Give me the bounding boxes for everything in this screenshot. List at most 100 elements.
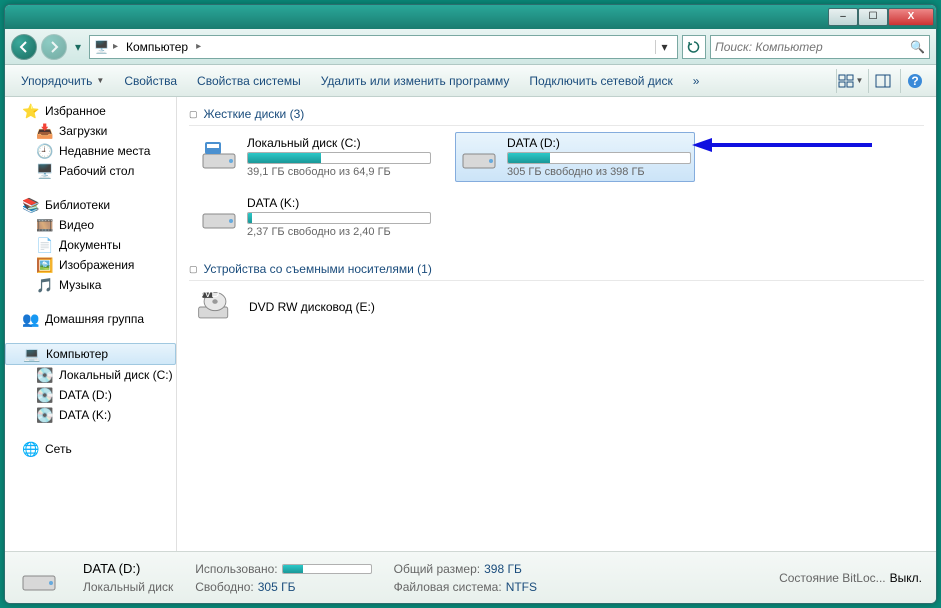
properties-button[interactable]: Свойства bbox=[116, 70, 185, 92]
help-button[interactable]: ? bbox=[900, 69, 928, 93]
libraries-icon: 📚 bbox=[23, 197, 39, 213]
refresh-button[interactable] bbox=[682, 35, 706, 59]
titlebar[interactable]: – ☐ X bbox=[5, 5, 936, 29]
details-bitlocker-label: Состояние BitLoc... bbox=[779, 571, 886, 585]
hdd-icon: 💽 bbox=[37, 407, 53, 423]
drive-free-text: 2,37 ГБ свободно из 2,40 ГБ bbox=[247, 226, 431, 238]
close-button[interactable]: X bbox=[888, 8, 934, 26]
drive-free-text: 305 ГБ свободно из 398 ГБ bbox=[507, 166, 691, 178]
sidebar-item-recent[interactable]: 🕘Недавние места bbox=[5, 141, 176, 161]
desktop-icon: 🖥️ bbox=[37, 163, 53, 179]
hdd-icon: 💽 bbox=[37, 387, 53, 403]
minimize-button[interactable]: – bbox=[828, 8, 858, 26]
sidebar-item-drive-d[interactable]: 💽DATA (D:) bbox=[5, 385, 176, 405]
details-type: Локальный диск bbox=[83, 580, 173, 594]
sidebar-libraries[interactable]: 📚Библиотеки bbox=[5, 195, 176, 215]
maximize-button[interactable]: ☐ bbox=[858, 8, 888, 26]
drive-usage-bar bbox=[247, 212, 431, 224]
section-hard-disks[interactable]: ▢Жесткие диски (3) bbox=[189, 103, 924, 126]
sidebar-network[interactable]: 🌐Сеть bbox=[5, 439, 176, 459]
nav-pane[interactable]: ⭐Избранное 📥Загрузки 🕘Недавние места 🖥️Р… bbox=[5, 97, 177, 551]
back-button[interactable] bbox=[11, 34, 37, 60]
uninstall-button[interactable]: Удалить или изменить программу bbox=[313, 70, 518, 92]
details-name: DATA (D:) bbox=[83, 561, 140, 576]
homegroup-icon: 👥 bbox=[23, 311, 39, 327]
hdd-icon bbox=[459, 136, 499, 176]
music-icon: 🎵 bbox=[37, 277, 53, 293]
details-fs-val: NTFS bbox=[506, 580, 537, 594]
details-free-val: 305 ГБ bbox=[258, 580, 296, 594]
svg-text:DVD: DVD bbox=[196, 288, 219, 300]
star-icon: ⭐ bbox=[23, 103, 39, 119]
pictures-icon: 🖼️ bbox=[37, 257, 53, 273]
nav-history-dropdown[interactable]: ▾ bbox=[71, 34, 85, 60]
network-icon: 🌐 bbox=[23, 441, 39, 457]
computer-icon: 🖥️ bbox=[94, 40, 109, 54]
details-free-label: Свободно: bbox=[195, 580, 254, 594]
drive-name: DATA (D:) bbox=[507, 136, 691, 150]
downloads-icon: 📥 bbox=[37, 123, 53, 139]
drive-name: DVD RW дисковод (E:) bbox=[249, 300, 375, 314]
sidebar-item-video[interactable]: 🎞️Видео bbox=[5, 215, 176, 235]
sidebar-homegroup[interactable]: 👥Домашняя группа bbox=[5, 309, 176, 329]
sidebar-item-drive-k[interactable]: 💽DATA (K:) bbox=[5, 405, 176, 425]
computer-icon: 💻 bbox=[24, 346, 40, 362]
hdd-icon bbox=[199, 196, 239, 236]
sidebar-item-downloads[interactable]: 📥Загрузки bbox=[5, 121, 176, 141]
sidebar-item-music[interactable]: 🎵Музыка bbox=[5, 275, 176, 295]
search-box[interactable]: 🔍 bbox=[710, 35, 930, 59]
video-icon: 🎞️ bbox=[37, 217, 53, 233]
details-total-label: Общий размер: bbox=[394, 562, 480, 576]
map-drive-button[interactable]: Подключить сетевой диск bbox=[521, 70, 680, 92]
drive-usage-bar bbox=[507, 152, 691, 164]
system-properties-button[interactable]: Свойства системы bbox=[189, 70, 309, 92]
body: ⭐Избранное 📥Загрузки 🕘Недавние места 🖥️Р… bbox=[5, 97, 936, 551]
drive-name: Локальный диск (C:) bbox=[247, 136, 431, 150]
window-controls: – ☐ X bbox=[828, 8, 934, 26]
address-dropdown[interactable]: ▾ bbox=[655, 40, 673, 54]
search-input[interactable] bbox=[715, 40, 910, 54]
hdd-icon bbox=[199, 136, 239, 176]
details-usage-bar bbox=[282, 564, 372, 574]
sidebar-item-pictures[interactable]: 🖼️Изображения bbox=[5, 255, 176, 275]
hdd-icon bbox=[19, 558, 61, 598]
drive-c[interactable]: Локальный диск (C:) 39,1 ГБ свободно из … bbox=[195, 132, 435, 182]
drive-free-text: 39,1 ГБ свободно из 64,9 ГБ bbox=[247, 166, 431, 178]
preview-pane-button[interactable] bbox=[868, 69, 896, 93]
view-options-button[interactable]: ▼ bbox=[836, 69, 864, 93]
drive-usage-bar bbox=[247, 152, 431, 164]
sidebar-favorites[interactable]: ⭐Избранное bbox=[5, 101, 176, 121]
sidebar-item-drive-c[interactable]: 💽Локальный диск (C:) bbox=[5, 365, 176, 385]
search-icon: 🔍 bbox=[910, 40, 925, 54]
sidebar-item-desktop[interactable]: 🖥️Рабочий стол bbox=[5, 161, 176, 181]
explorer-window: – ☐ X ▾ 🖥️ ▸ Компьютер ▸ ▾ 🔍 Упорядочит bbox=[4, 4, 937, 604]
toolbar-overflow[interactable]: » bbox=[685, 70, 708, 92]
details-total-val: 398 ГБ bbox=[484, 562, 522, 576]
content-pane[interactable]: ▢Жесткие диски (3) Локальный диск (C:) 3… bbox=[177, 97, 936, 551]
drive-dvd[interactable]: DVD DVD RW дисковод (E:) bbox=[189, 287, 924, 327]
section-removable[interactable]: ▢Устройства со съемными носителями (1) bbox=[189, 258, 924, 281]
drive-d[interactable]: DATA (D:) 305 ГБ свободно из 398 ГБ bbox=[455, 132, 695, 182]
navbar: ▾ 🖥️ ▸ Компьютер ▸ ▾ 🔍 bbox=[5, 29, 936, 65]
sidebar-item-documents[interactable]: 📄Документы bbox=[5, 235, 176, 255]
details-pane: DATA (D:) Локальный диск Использовано: С… bbox=[5, 551, 936, 603]
dvd-icon: DVD bbox=[195, 287, 239, 327]
drive-name: DATA (K:) bbox=[247, 196, 431, 210]
details-bitlocker-val: Выкл. bbox=[890, 571, 922, 585]
crumb-arrow-icon[interactable]: ▸ bbox=[113, 41, 118, 52]
details-fs-label: Файловая система: bbox=[394, 580, 502, 594]
sidebar-computer[interactable]: 💻Компьютер bbox=[5, 343, 176, 365]
address-bar[interactable]: 🖥️ ▸ Компьютер ▸ ▾ bbox=[89, 35, 678, 59]
crumb-arrow-icon[interactable]: ▸ bbox=[196, 41, 201, 52]
collapse-icon: ▢ bbox=[189, 264, 198, 275]
documents-icon: 📄 bbox=[37, 237, 53, 253]
drive-k[interactable]: DATA (K:) 2,37 ГБ свободно из 2,40 ГБ bbox=[195, 192, 435, 242]
forward-button[interactable] bbox=[41, 34, 67, 60]
hdd-icon: 💽 bbox=[37, 367, 53, 383]
organize-button[interactable]: Упорядочить▼ bbox=[13, 70, 112, 92]
breadcrumb-computer[interactable]: Компьютер bbox=[122, 38, 192, 56]
recent-icon: 🕘 bbox=[37, 143, 53, 159]
collapse-icon: ▢ bbox=[189, 109, 198, 120]
toolbar: Упорядочить▼ Свойства Свойства системы У… bbox=[5, 65, 936, 97]
svg-text:?: ? bbox=[911, 74, 918, 88]
